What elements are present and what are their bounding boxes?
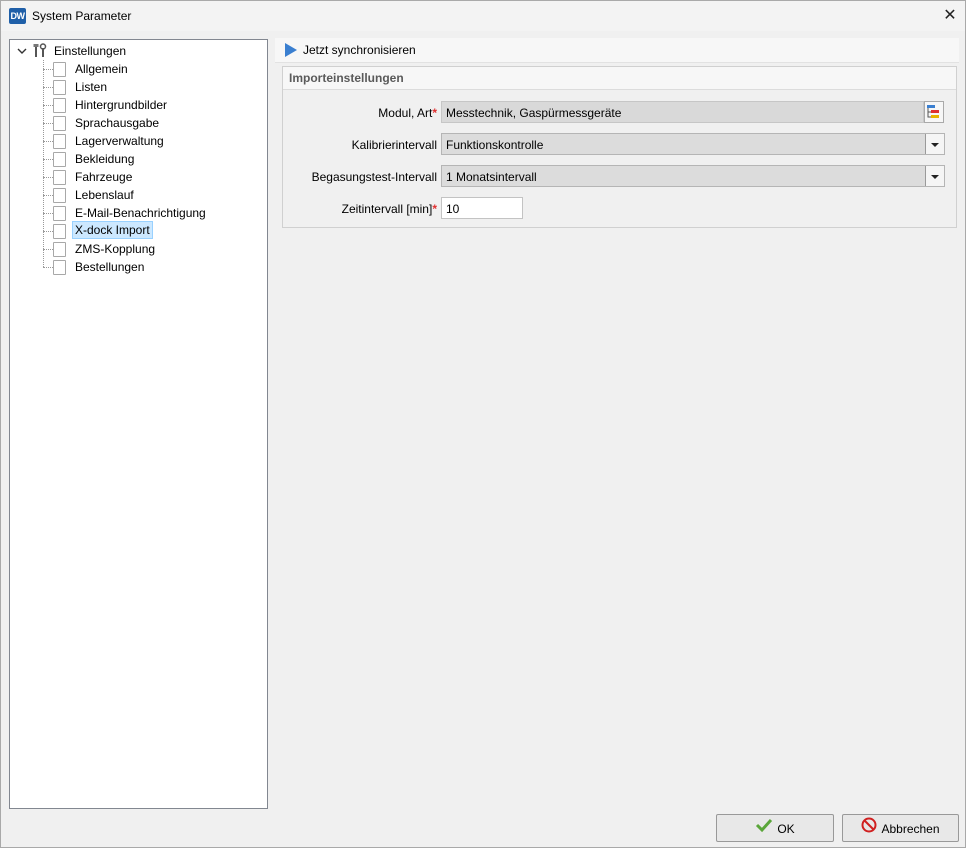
page-icon bbox=[53, 134, 66, 149]
category-picker-button[interactable] bbox=[924, 101, 944, 123]
modul-art-label-text: Modul, Art bbox=[378, 106, 433, 120]
title-bar: DW System Parameter ✕ bbox=[1, 1, 965, 31]
zeitintervall-label: Zeitintervall [min]* bbox=[342, 202, 437, 216]
window-title: System Parameter bbox=[32, 9, 132, 23]
tree-item-label: E-Mail-Benachrichtigung bbox=[75, 206, 206, 220]
modul-art-field: Messtechnik, Gaspürmessgeräte bbox=[441, 101, 924, 123]
kalibrierintervall-value: Funktionskontrolle bbox=[446, 138, 544, 152]
sync-now-label: Jetzt synchronisieren bbox=[303, 43, 416, 57]
group-title: Importeinstellungen bbox=[289, 71, 404, 85]
tree-picker-icon bbox=[927, 105, 939, 118]
tree-item-label: Lagerverwaltung bbox=[75, 134, 164, 148]
tree-item-label: Bestellungen bbox=[75, 260, 145, 274]
ok-button[interactable]: OK bbox=[716, 814, 834, 842]
begasungstest-label: Begasungstest-Intervall bbox=[311, 170, 437, 184]
page-icon bbox=[53, 260, 66, 275]
modul-art-label: Modul, Art* bbox=[378, 106, 437, 120]
settings-tree: Einstellungen Allgemein Listen Hintergru… bbox=[9, 39, 268, 809]
ok-label: OK bbox=[777, 821, 795, 836]
page-icon bbox=[53, 188, 66, 203]
tree-item-label: Sprachausgabe bbox=[75, 116, 160, 130]
cancel-button[interactable]: Abbrechen bbox=[842, 814, 959, 842]
page-icon bbox=[53, 80, 66, 95]
page-icon bbox=[53, 242, 66, 257]
tree-connector-line bbox=[43, 60, 44, 267]
tools-icon bbox=[32, 43, 48, 59]
zeitintervall-label-text: Zeitintervall [min] bbox=[341, 202, 433, 216]
tree-item-label: ZMS-Kopplung bbox=[75, 242, 156, 256]
checkmark-icon bbox=[755, 816, 773, 842]
chevron-down-icon[interactable] bbox=[925, 166, 944, 186]
page-icon bbox=[53, 116, 66, 131]
page-icon bbox=[53, 170, 66, 185]
page-icon bbox=[53, 62, 66, 77]
close-button[interactable]: ✕ bbox=[935, 1, 965, 31]
play-icon bbox=[285, 43, 297, 57]
page-icon bbox=[53, 206, 66, 221]
required-marker: * bbox=[432, 202, 437, 216]
tree-item-label: Fahrzeuge bbox=[75, 170, 133, 184]
kalibrierintervall-label: Kalibrierintervall bbox=[351, 138, 437, 152]
tree-item-label: Lebenslauf bbox=[75, 188, 134, 202]
page-icon bbox=[53, 98, 66, 113]
tree-item-label: X-dock Import bbox=[72, 221, 153, 239]
system-parameter-dialog: DW System Parameter ✕ Einstellungen Allg… bbox=[0, 0, 966, 848]
sync-toolbar: Jetzt synchronisieren bbox=[275, 38, 959, 63]
zeitintervall-input[interactable]: 10 bbox=[441, 197, 523, 219]
required-marker: * bbox=[432, 106, 437, 120]
cancel-label: Abbrechen bbox=[881, 821, 940, 836]
begasungstest-value: 1 Monatsintervall bbox=[446, 170, 537, 184]
sync-now-button[interactable]: Jetzt synchronisieren bbox=[275, 38, 435, 62]
chevron-down-icon[interactable] bbox=[16, 42, 28, 60]
begasungstest-select[interactable]: 1 Monatsintervall bbox=[441, 165, 945, 187]
tree-item-label: Listen bbox=[75, 80, 108, 94]
cancel-icon bbox=[861, 816, 877, 842]
chevron-down-icon[interactable] bbox=[925, 134, 944, 154]
page-icon bbox=[53, 152, 66, 167]
tree-item-label: Hintergrundbilder bbox=[75, 98, 168, 112]
page-icon bbox=[53, 224, 66, 239]
tree-item-label: Allgemein bbox=[75, 62, 128, 76]
app-logo-icon: DW bbox=[9, 8, 26, 24]
tree-item-label: Bekleidung bbox=[75, 152, 135, 166]
tree-root-label: Einstellungen bbox=[54, 44, 127, 58]
kalibrierintervall-select[interactable]: Funktionskontrolle bbox=[441, 133, 945, 155]
group-header: Importeinstellungen bbox=[283, 67, 956, 90]
